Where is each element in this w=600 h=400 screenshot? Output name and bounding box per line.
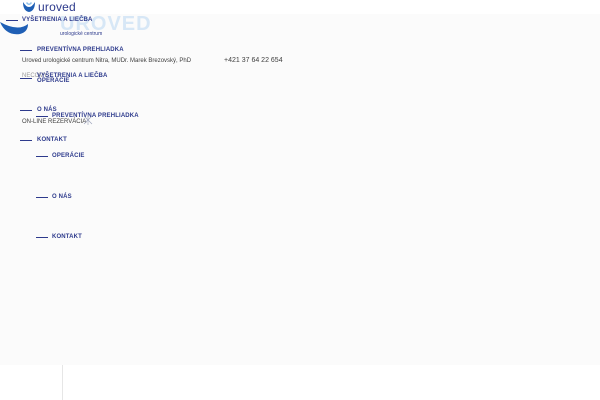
menu-line <box>20 140 32 141</box>
menu-item-kontakt[interactable]: KONTAKT <box>37 137 67 143</box>
menu-line <box>20 78 32 79</box>
menu-line <box>36 197 48 198</box>
logo-mark-icon[interactable] <box>22 0 36 12</box>
submenu-item-o-nas[interactable]: O NÁS <box>52 194 72 200</box>
menu-line <box>20 50 32 51</box>
menu-line <box>36 156 48 157</box>
reservation-link[interactable]: ON-LINE REZERVÁCIA <box>22 119 86 125</box>
menu-line <box>36 116 48 117</box>
submenu-item-operacie[interactable]: OPERÁCIE <box>52 153 85 159</box>
phone-number[interactable]: +421 37 64 22 654 <box>224 57 283 64</box>
menu-item-preventivna[interactable]: PREVENTÍVNA PREHLIADKA <box>37 47 124 53</box>
divider <box>62 365 63 400</box>
practice-info: Uroved urologické centrum Nitra, MUDr. M… <box>22 58 192 64</box>
nav-item-vysetrenia[interactable]: VYŠETRENIA A LIEČBA <box>22 17 93 23</box>
menu-line <box>20 110 32 111</box>
menu-line <box>6 20 18 21</box>
top-bar <box>0 0 600 14</box>
logo-text[interactable]: uroved <box>38 0 76 14</box>
menu-item-operacie[interactable]: OPERÁCIE <box>37 78 70 84</box>
submenu-item-kontakt[interactable]: KONTAKT <box>52 234 82 240</box>
menu-line <box>36 237 48 238</box>
page-bottom <box>0 365 600 400</box>
close-icon[interactable] <box>83 112 93 125</box>
menu-overlay-panel <box>0 14 600 365</box>
logo-subtitle: urologické centrum <box>60 31 103 37</box>
